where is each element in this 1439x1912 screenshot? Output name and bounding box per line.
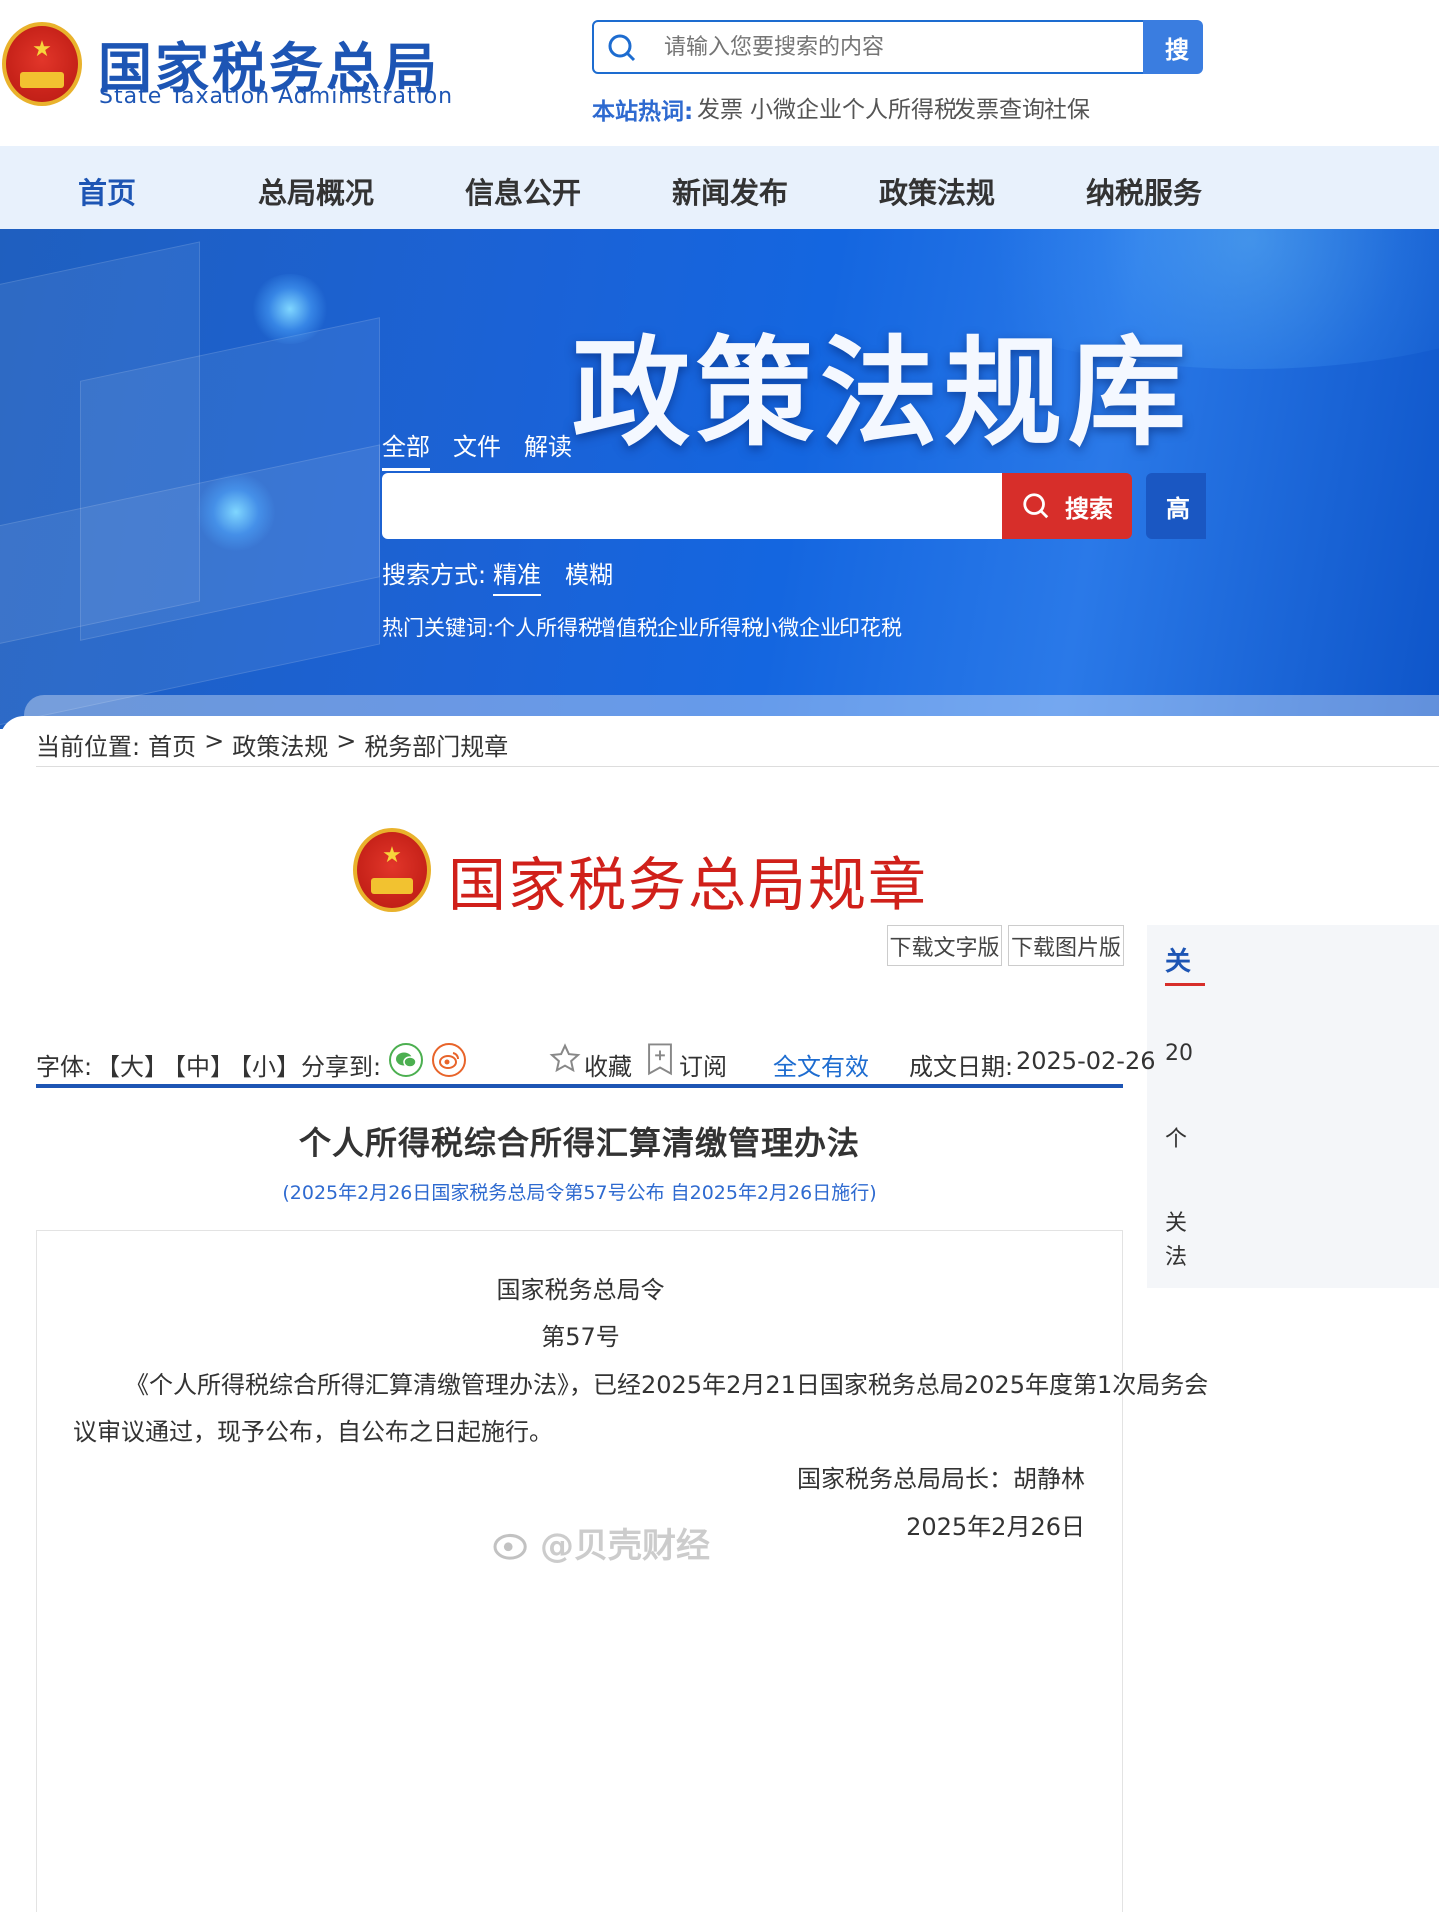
favorite-button[interactable]: 收藏 bbox=[584, 1047, 632, 1082]
weibo-watermark-icon bbox=[493, 1533, 527, 1560]
nav-item-home[interactable]: 首页 bbox=[78, 170, 136, 212]
hot-keyword-iit[interactable]: 个人所得税 bbox=[494, 612, 599, 642]
sidebar-line[interactable]: 个 bbox=[1165, 1121, 1187, 1153]
hot-word-invoice[interactable]: 发票 bbox=[697, 90, 743, 124]
breadcrumb-home[interactable]: 首页 bbox=[148, 727, 196, 762]
nav-item-info-disclosure[interactable]: 信息公开 bbox=[465, 170, 581, 212]
search-icon bbox=[608, 34, 636, 62]
hot-keyword-cit[interactable]: 企业所得税 bbox=[657, 612, 762, 642]
hot-word-invoice-query[interactable]: 发票查询 bbox=[953, 90, 1045, 124]
sidebar-heading: 关 bbox=[1165, 947, 1192, 977]
article-title: 个人所得税综合所得汇算清缴管理办法 bbox=[298, 1124, 860, 1162]
breadcrumb-regulations[interactable]: 税务部门规章 bbox=[364, 727, 508, 762]
subscribe-icon[interactable] bbox=[645, 1042, 675, 1076]
hot-word-iit[interactable]: 个人所得税 bbox=[842, 90, 957, 124]
font-size-label: 字体: bbox=[36, 1053, 93, 1081]
hot-word-small-enterprise[interactable]: 小微企业 bbox=[750, 90, 842, 124]
site-search-button[interactable]: 搜 bbox=[1143, 20, 1203, 74]
article-subtitle: (2025年2月26日国家税务总局令第57号公布 自2025年2月26日施行) bbox=[282, 1182, 877, 1204]
date-label: 成文日期: bbox=[909, 1053, 1014, 1081]
policy-search-button-label: 搜索 bbox=[1065, 494, 1113, 523]
banner-tab-all[interactable]: 全部 bbox=[382, 427, 430, 471]
nav-item-policy[interactable]: 政策法规 bbox=[879, 170, 995, 212]
sidebar-heading-underline bbox=[1165, 983, 1205, 986]
watermark-text: @贝壳财经 bbox=[540, 1526, 710, 1566]
hot-keyword-small-enterprise[interactable]: 小微企业 bbox=[757, 612, 841, 642]
search-icon bbox=[1023, 493, 1049, 519]
breadcrumb-separator: > bbox=[336, 727, 357, 755]
breadcrumb-policy[interactable]: 政策法规 bbox=[232, 727, 328, 762]
breadcrumb-separator: > bbox=[204, 727, 225, 755]
subscribe-button[interactable]: 订阅 bbox=[679, 1047, 727, 1082]
decree-box: 国家税务总局令 第57号 《个人所得税综合所得汇算清缴管理办法》，已经2025年… bbox=[36, 1230, 1208, 1912]
sidebar-line[interactable]: 关 bbox=[1165, 1205, 1187, 1237]
weibo-share-icon[interactable] bbox=[432, 1043, 466, 1077]
nav-item-tax-service[interactable]: 纳税服务 bbox=[1086, 170, 1202, 212]
share-label: 分享到: bbox=[301, 1053, 382, 1081]
policy-search-input[interactable] bbox=[382, 473, 1002, 539]
banner-tab-interpretation[interactable]: 解读 bbox=[524, 427, 572, 462]
search-mode-exact[interactable]: 精准 bbox=[493, 555, 541, 596]
policy-banner: 政策法规库 全部 文件 解读 搜索 高 搜索方式: 精准 模糊 热门关键词: 个… bbox=[0, 229, 1439, 729]
download-image-button[interactable]: 下载图片版 bbox=[1008, 925, 1124, 966]
toolbar-divider bbox=[36, 1084, 1123, 1088]
advanced-search-button[interactable]: 高 bbox=[1146, 473, 1206, 539]
national-emblem: ★ bbox=[353, 828, 431, 912]
site-search-box[interactable] bbox=[592, 20, 1162, 74]
decree-body: 议审议通过，现予公布，自公布之日起施行。 bbox=[73, 1418, 553, 1446]
sidebar-line[interactable]: 法 bbox=[1165, 1239, 1187, 1271]
breadcrumb-label: 当前位置: bbox=[36, 733, 141, 761]
site-logo-subtitle: State Taxation Administration bbox=[99, 84, 454, 109]
policy-search-button[interactable]: 搜索 bbox=[1002, 473, 1132, 539]
hot-keyword-vat[interactable]: 增值税 bbox=[595, 612, 658, 642]
issue-date: 2025-02-26 bbox=[1016, 1047, 1156, 1075]
breadcrumb: 当前位置: 首页 > 政策法规 > 税务部门规章 bbox=[36, 727, 508, 762]
site-search-input[interactable] bbox=[664, 32, 1134, 62]
main-nav: 首页 总局概况 信息公开 新闻发布 政策法规 纳税服务 bbox=[0, 146, 1439, 229]
hot-word-social-security[interactable]: 社保 bbox=[1044, 90, 1090, 124]
national-emblem-logo: ★ bbox=[2, 22, 82, 106]
advanced-search-label: 高 bbox=[1166, 494, 1190, 523]
font-size-medium[interactable]: 【中】 bbox=[162, 1047, 234, 1082]
watermark: @贝壳财经 bbox=[490, 1518, 710, 1567]
nav-item-news[interactable]: 新闻发布 bbox=[672, 170, 788, 212]
decree-date: 2025年2月26日 bbox=[906, 1513, 1085, 1541]
hot-words-label: 本站热词: bbox=[592, 99, 694, 125]
wechat-share-icon[interactable] bbox=[389, 1043, 423, 1077]
star-icon[interactable] bbox=[549, 1043, 581, 1075]
download-text-button[interactable]: 下载文字版 bbox=[887, 925, 1002, 966]
font-size-large[interactable]: 【大】 bbox=[96, 1047, 168, 1082]
regulation-header-title: 国家税务总局规章 bbox=[448, 851, 929, 919]
sidebar-line[interactable]: 20 bbox=[1165, 1041, 1193, 1066]
banner-title: 政策法规库 bbox=[572, 323, 1193, 462]
divider bbox=[36, 766, 1439, 767]
search-mode-label: 搜索方式: bbox=[382, 561, 487, 589]
banner-tab-files[interactable]: 文件 bbox=[453, 427, 501, 462]
nav-item-overview[interactable]: 总局概况 bbox=[258, 170, 374, 212]
validity-status: 全文有效 bbox=[773, 1053, 869, 1081]
font-size-small[interactable]: 【小】 bbox=[228, 1047, 300, 1082]
hot-keyword-stamp-tax[interactable]: 印花税 bbox=[839, 612, 902, 642]
search-mode-fuzzy[interactable]: 模糊 bbox=[565, 555, 613, 590]
related-sidebar: 关 20 个 关 法 bbox=[1147, 925, 1439, 1288]
hot-keywords-label: 热门关键词: bbox=[382, 616, 495, 640]
